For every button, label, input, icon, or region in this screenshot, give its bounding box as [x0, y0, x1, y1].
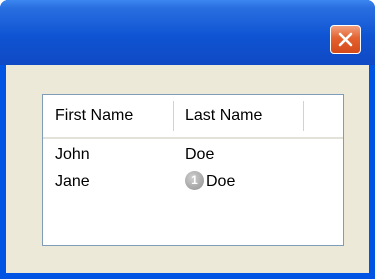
dialog-window: First Name Last Name John Doe Jane 1 Doe [0, 0, 375, 279]
cell-last-name-text: Doe [206, 173, 236, 190]
column-header-first-name[interactable]: First Name [43, 95, 173, 137]
column-header-last-name[interactable]: Last Name [173, 95, 303, 137]
list-header: First Name Last Name [43, 95, 343, 139]
title-bar[interactable] [0, 0, 375, 65]
list-row[interactable]: Jane 1 Doe [43, 171, 343, 193]
cell-last-name: 1 Doe [185, 171, 235, 193]
name-list[interactable]: First Name Last Name John Doe Jane 1 Doe [42, 94, 344, 246]
number-badge-icon: 1 [185, 171, 204, 191]
close-x-icon [338, 32, 353, 47]
close-button[interactable] [330, 25, 361, 54]
list-row[interactable]: John Doe [43, 144, 343, 166]
cell-last-name: Doe [185, 146, 215, 163]
cell-first-name: Jane [55, 173, 90, 190]
column-divider[interactable] [303, 101, 304, 131]
cell-first-name: John [55, 146, 90, 163]
